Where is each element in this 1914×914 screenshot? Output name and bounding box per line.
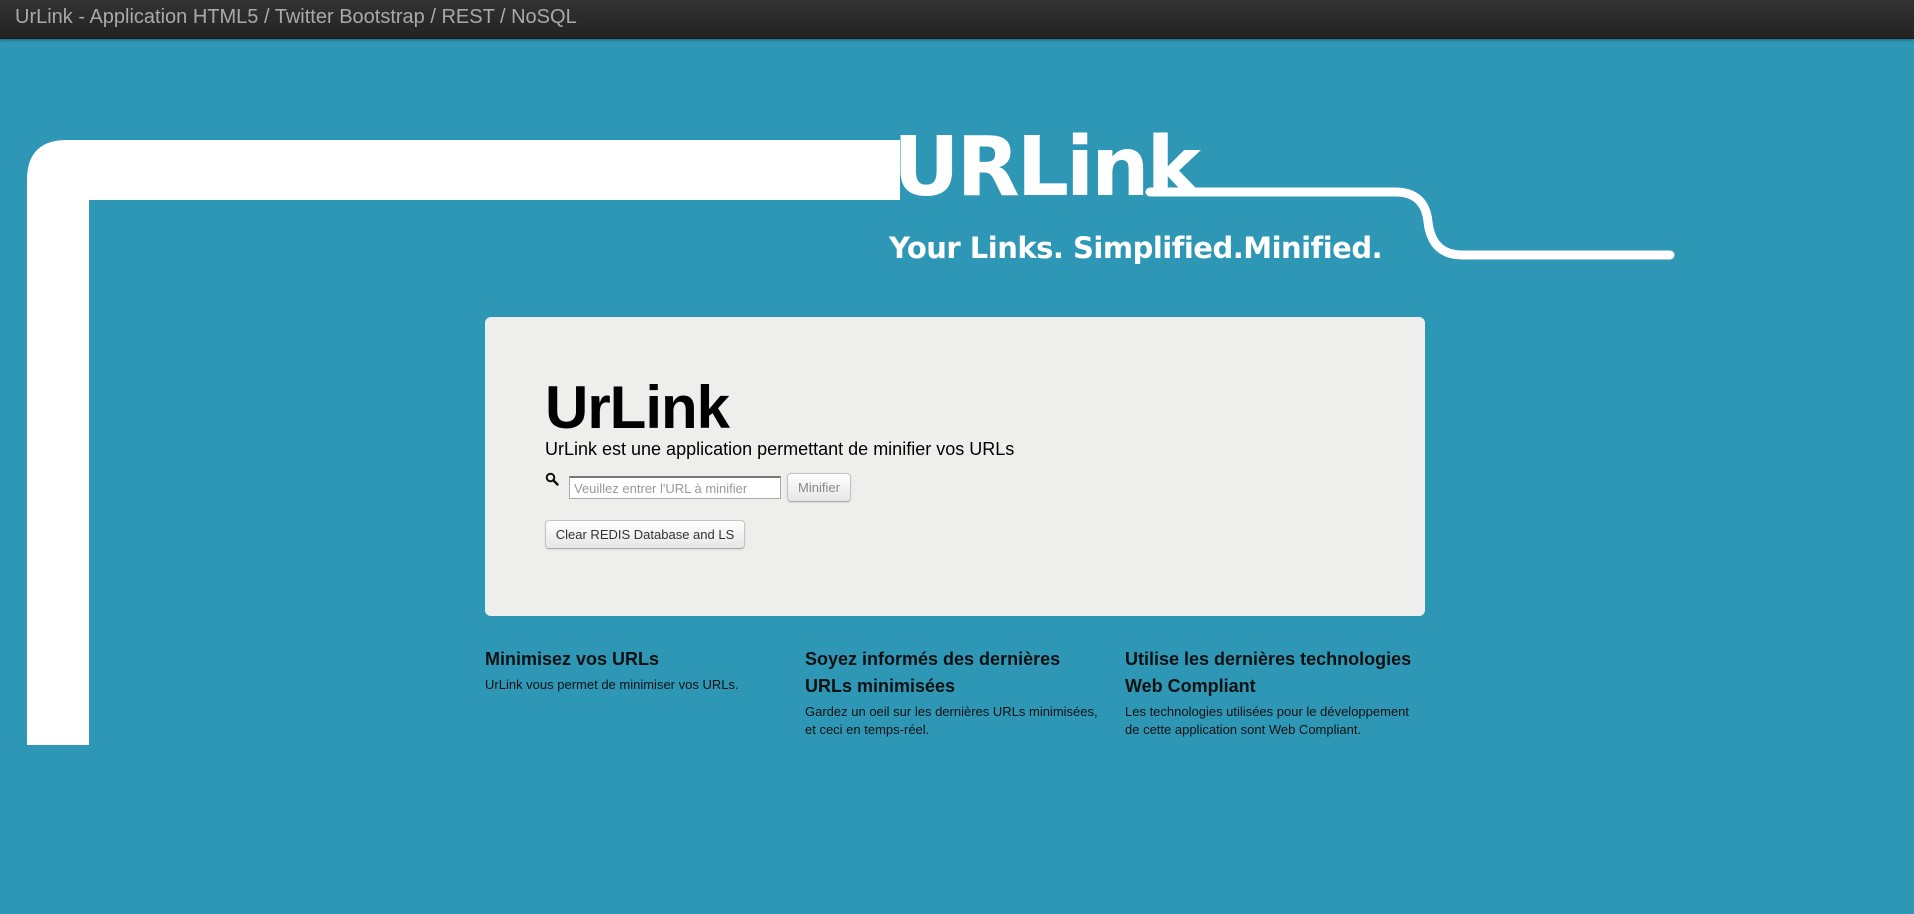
clear-database-button[interactable]: Clear REDIS Database and LS [545,520,745,549]
feature-column-1: Minimisez vos URLs UrLink vous permet de… [485,646,785,694]
feature-title: Soyez informés des dernières URLs minimi… [805,649,1061,696]
url-input[interactable] [569,476,781,499]
logo-title: URLink [893,120,1201,215]
hero-unit: UrLink UrLink est une application permet… [485,317,1425,616]
minify-button[interactable]: Minifier [787,473,851,502]
feature-title: Utilise les dernières technologies Web C… [1125,649,1412,696]
feature-text: Les technologies utilisées pour le dével… [1125,704,1410,737]
feature-column-2: Soyez informés des dernières URLs minimi… [805,646,1105,739]
logo-tagline: Your Links. Simplified.Minified. [889,231,1383,265]
search-icon [545,472,559,486]
feature-text: UrLink vous permet de minimiser vos URLs… [485,677,739,692]
feature-title: Minimisez vos URLs [485,649,660,669]
feature-column-3: Utilise les dernières technologies Web C… [1125,646,1425,739]
hero-subtitle: UrLink est une application permettant de… [545,439,1015,459]
hero-title: UrLink [545,374,730,441]
feature-text: Gardez un oeil sur les dernières URLs mi… [805,704,1098,737]
